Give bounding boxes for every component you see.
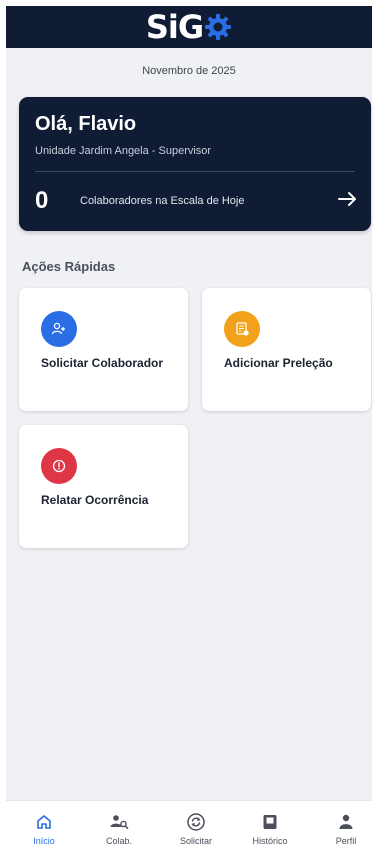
nav-item-request[interactable]: Solicitar xyxy=(166,801,226,855)
request-collaborator-label: Solicitar Colaborador xyxy=(41,356,164,370)
request-cycle-icon xyxy=(186,812,206,832)
greeting: Olá, Flavio xyxy=(35,113,137,135)
quick-actions-title: Ações Rápidas xyxy=(22,259,116,274)
sigo-logo: SiG xyxy=(146,11,232,43)
unit-role: Unidade Jardim Angela - Supervisor xyxy=(35,145,212,157)
gear-icon xyxy=(205,14,232,40)
app-header: SiG xyxy=(6,6,372,48)
home-icon xyxy=(34,812,54,832)
summary-card: Olá, Flavio Unidade Jardim Angela - Supe… xyxy=(19,97,371,231)
nav-label-request: Solicitar xyxy=(179,836,212,846)
report-incident-label: Relatar Ocorrência xyxy=(41,493,149,507)
add-briefing-card[interactable]: Adicionar Preleção xyxy=(202,288,371,411)
logo-text: SiG xyxy=(145,8,204,46)
user-add-icon xyxy=(41,311,77,347)
users-search-icon xyxy=(109,812,129,832)
arrow-right-icon[interactable] xyxy=(337,190,359,208)
nav-label-collaborators: Colab. xyxy=(105,836,132,846)
nav-label-home: Início xyxy=(33,836,55,846)
alert-icon xyxy=(41,448,77,484)
nav-item-history[interactable]: Histórico xyxy=(240,801,300,855)
nav-label-profile: Perfil xyxy=(335,836,357,846)
home-content: Novembro de 2025 Olá, Flavio Unidade Jar… xyxy=(6,48,372,800)
person-icon xyxy=(336,812,356,832)
history-book-icon xyxy=(260,812,280,832)
card-divider xyxy=(35,171,355,172)
nav-item-collaborators[interactable]: Colab. xyxy=(89,801,149,855)
current-month: Novembro de 2025 xyxy=(142,65,236,77)
add-briefing-label: Adicionar Preleção xyxy=(224,356,333,370)
request-collaborator-card[interactable]: Solicitar Colaborador xyxy=(19,288,188,411)
document-add-icon xyxy=(224,311,260,347)
bottom-navigation: Início Colab. Solicitar Histórico Perfil xyxy=(6,800,372,855)
nav-item-profile[interactable]: Perfil xyxy=(316,801,376,855)
collaborators-count-label: Colaboradores na Escala de Hoje xyxy=(80,195,245,207)
collaborators-count: 0 xyxy=(35,187,49,214)
nav-item-home[interactable]: Início xyxy=(14,801,74,855)
report-incident-card[interactable]: Relatar Ocorrência xyxy=(19,425,188,548)
nav-label-history: Histórico xyxy=(252,836,288,846)
